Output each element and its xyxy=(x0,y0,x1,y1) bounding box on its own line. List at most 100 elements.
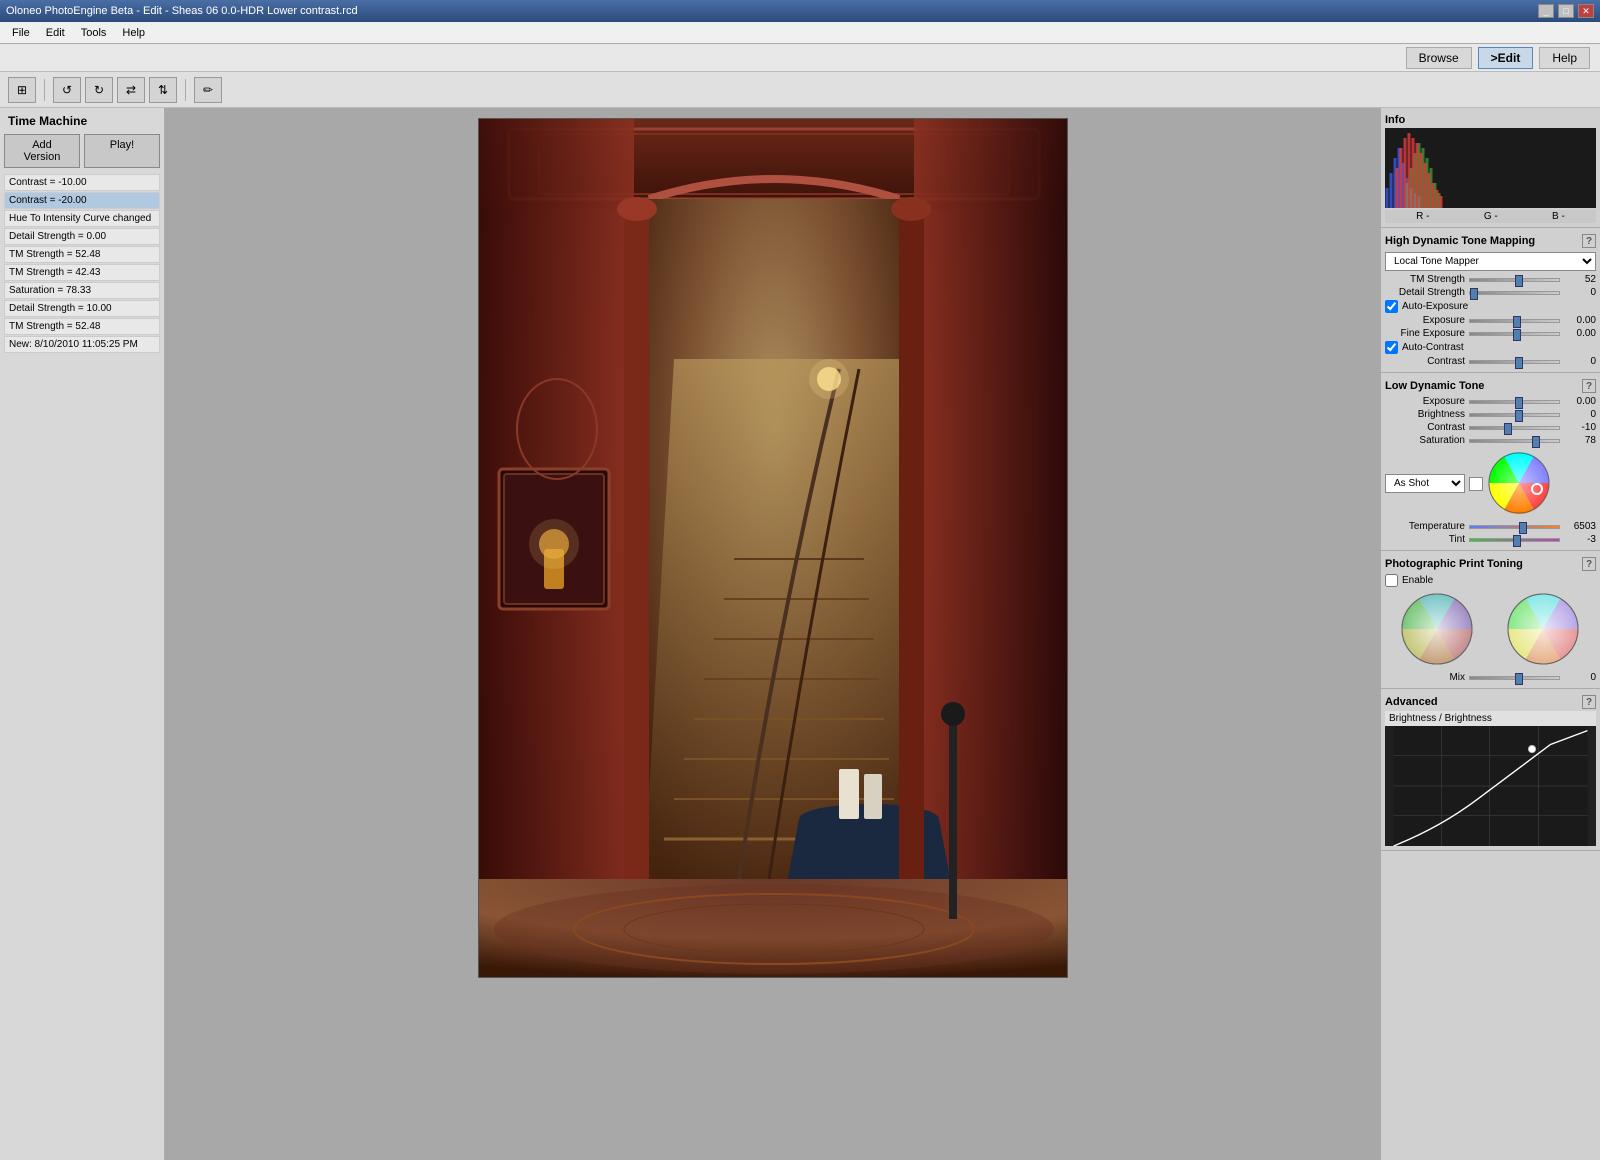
menu-tools[interactable]: Tools xyxy=(73,25,115,41)
title-text: Oloneo PhotoEngine Beta - Edit - Sheas 0… xyxy=(6,5,358,17)
menu-edit[interactable]: Edit xyxy=(38,25,73,41)
tm-strength-slider[interactable] xyxy=(1469,278,1560,282)
curve-editor[interactable] xyxy=(1385,726,1596,846)
browse-button[interactable]: Browse xyxy=(1406,47,1472,69)
lowdyn-header: Low Dynamic Tone ? xyxy=(1385,377,1596,395)
photo-svg xyxy=(479,119,1068,978)
toolbar-separator xyxy=(44,79,45,101)
saturation-row: Saturation 78 xyxy=(1385,434,1596,447)
flip-horizontal-button[interactable]: ⇄ xyxy=(117,77,145,103)
history-item[interactable]: Contrast = -10.00 xyxy=(4,174,160,191)
history-item[interactable]: New: 8/10/2010 11:05:25 PM xyxy=(4,336,160,353)
menu-help[interactable]: Help xyxy=(114,25,153,41)
shadow-wheel-svg[interactable] xyxy=(1400,592,1475,667)
info-title: Info xyxy=(1385,114,1405,126)
history-item[interactable]: Detail Strength = 0.00 xyxy=(4,228,160,245)
minimize-button[interactable]: _ xyxy=(1538,4,1554,18)
hdrtm-header: High Dynamic Tone Mapping ? xyxy=(1385,232,1596,250)
edit-button[interactable]: >Edit xyxy=(1478,47,1534,69)
auto-contrast-label: Auto-Contrast xyxy=(1402,342,1464,353)
play-button[interactable]: Play! xyxy=(84,134,160,168)
history-item[interactable]: TM Strength = 52.48 xyxy=(4,318,160,335)
tm-action-buttons: Add Version Play! xyxy=(4,134,160,168)
color-wheel-svg xyxy=(1487,451,1552,516)
image-area xyxy=(165,108,1380,1160)
exposure-slider[interactable] xyxy=(1469,319,1560,323)
menu-file[interactable]: File xyxy=(4,25,38,41)
add-version-button[interactable]: Add Version xyxy=(4,134,80,168)
lowdyn-section: Low Dynamic Tone ? Exposure 0.00 Brightn… xyxy=(1381,373,1600,551)
ld-exposure-value: 0.00 xyxy=(1564,396,1596,407)
tint-label: Tint xyxy=(1385,534,1465,545)
curve-label: Brightness / Brightness xyxy=(1385,711,1596,726)
contrast-label: Contrast xyxy=(1385,356,1465,367)
fine-exposure-row: Fine Exposure 0.00 xyxy=(1385,327,1596,340)
print-toning-help-button[interactable]: ? xyxy=(1582,557,1596,571)
toning-wheels xyxy=(1385,588,1596,671)
history-item[interactable]: Hue To Intensity Curve changed xyxy=(4,210,160,227)
history-item[interactable]: TM Strength = 52.48 xyxy=(4,246,160,263)
right-panel: Info xyxy=(1380,108,1600,1160)
tm-strength-label: TM Strength xyxy=(1385,274,1465,285)
advanced-section: Advanced ? Brightness / Brightness xyxy=(1381,689,1600,851)
tone-mapper-dropdown[interactable]: Local Tone Mapper xyxy=(1385,252,1596,271)
saturation-value: 78 xyxy=(1564,435,1596,446)
history-item[interactable]: Detail Strength = 10.00 xyxy=(4,300,160,317)
tm-strength-row: TM Strength 52 xyxy=(1385,273,1596,286)
saturation-slider[interactable] xyxy=(1469,439,1560,443)
ld-contrast-slider[interactable] xyxy=(1469,426,1560,430)
detail-strength-slider[interactable] xyxy=(1469,291,1560,295)
temperature-slider[interactable] xyxy=(1469,525,1560,529)
fit-window-button[interactable]: ⊞ xyxy=(8,77,36,103)
ld-exposure-label: Exposure xyxy=(1385,396,1465,407)
ld-exposure-slider[interactable] xyxy=(1469,400,1560,404)
color-wheel-widget[interactable] xyxy=(1487,451,1552,516)
fine-exposure-slider[interactable] xyxy=(1469,332,1560,336)
histogram-labels: R - G - B - xyxy=(1385,210,1596,223)
temperature-row: Temperature 6503 xyxy=(1385,520,1596,533)
toning-enable-checkbox[interactable] xyxy=(1385,574,1398,587)
brightness-label: Brightness xyxy=(1385,409,1465,420)
highlight-wheel-svg[interactable] xyxy=(1506,592,1581,667)
contrast-value: 0 xyxy=(1564,356,1596,367)
edit-tool-button[interactable]: ✏ xyxy=(194,77,222,103)
rotate-left-button[interactable]: ↺ xyxy=(53,77,81,103)
time-machine-title: Time Machine xyxy=(4,112,160,130)
rotate-right-button[interactable]: ↻ xyxy=(85,77,113,103)
history-list: Contrast = -10.00 Contrast = -20.00 Hue … xyxy=(4,174,160,353)
history-item[interactable]: TM Strength = 42.43 xyxy=(4,264,160,281)
curve-svg xyxy=(1385,726,1596,846)
lowdyn-help-button[interactable]: ? xyxy=(1582,379,1596,393)
history-item[interactable]: Saturation = 78.33 xyxy=(4,282,160,299)
ld-exposure-row: Exposure 0.00 xyxy=(1385,395,1596,408)
info-section: Info xyxy=(1381,108,1600,228)
close-button[interactable]: ✕ xyxy=(1578,4,1594,18)
temperature-label: Temperature xyxy=(1385,521,1465,532)
print-toning-header: Photographic Print Toning ? xyxy=(1385,555,1596,573)
auto-exposure-checkbox[interactable] xyxy=(1385,300,1398,313)
hdrtm-section: High Dynamic Tone Mapping ? Local Tone M… xyxy=(1381,228,1600,373)
advanced-help-button[interactable]: ? xyxy=(1582,695,1596,709)
advanced-header: Advanced ? xyxy=(1385,693,1596,711)
help-button[interactable]: Help xyxy=(1539,47,1590,69)
toolbar: ⊞ ↺ ↻ ⇄ ⇅ ✏ xyxy=(0,72,1600,108)
brightness-value: 0 xyxy=(1564,409,1596,420)
contrast-slider[interactable] xyxy=(1469,360,1560,364)
auto-contrast-checkbox[interactable] xyxy=(1385,341,1398,354)
auto-exposure-row: Auto-Exposure xyxy=(1385,299,1596,314)
tint-row: Tint -3 xyxy=(1385,533,1596,546)
toolbar-separator-2 xyxy=(185,79,186,101)
flip-vertical-button[interactable]: ⇅ xyxy=(149,77,177,103)
menubar: File Edit Tools Help xyxy=(0,22,1600,44)
exposure-label: Exposure xyxy=(1385,315,1465,326)
color-mode-dropdown[interactable]: As Shot Auto Daylight xyxy=(1385,474,1465,493)
color-mode-row: As Shot Auto Daylight xyxy=(1385,447,1596,520)
history-item[interactable]: Contrast = -20.00 xyxy=(4,192,160,209)
maximize-button[interactable]: □ xyxy=(1558,4,1574,18)
hdrtm-help-button[interactable]: ? xyxy=(1582,234,1596,248)
mix-slider[interactable] xyxy=(1469,676,1560,680)
lowdyn-title: Low Dynamic Tone xyxy=(1385,380,1484,392)
tint-slider[interactable] xyxy=(1469,538,1560,542)
brightness-slider[interactable] xyxy=(1469,413,1560,417)
brightness-row: Brightness 0 xyxy=(1385,408,1596,421)
